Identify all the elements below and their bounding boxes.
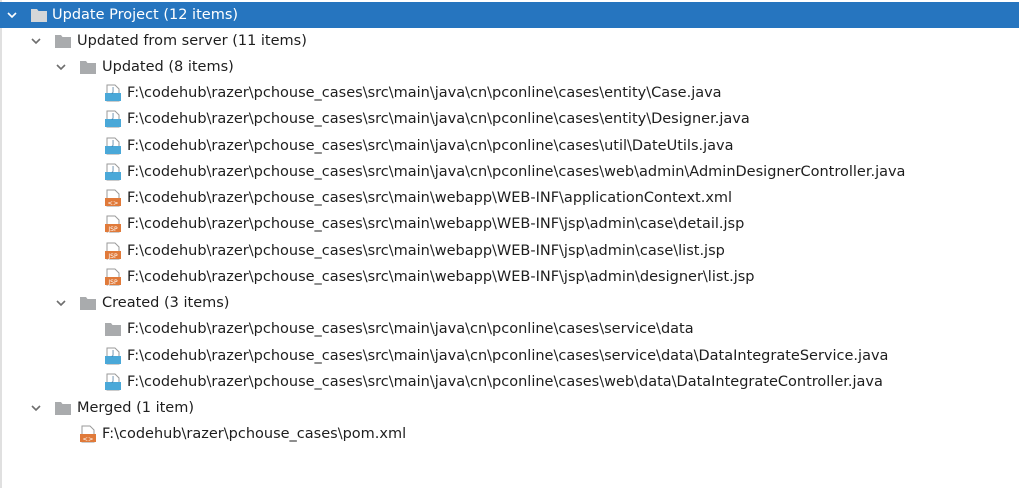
folder-icon <box>104 320 122 338</box>
file-path: F:\codehub\razer\pchouse_cases\src\main\… <box>127 190 733 206</box>
file-row[interactable]: J F:\codehub\razer\pchouse_cases\src\mai… <box>0 133 1019 159</box>
folder-icon <box>30 6 48 24</box>
java-file-icon: J <box>104 373 122 391</box>
folder-icon <box>54 32 72 50</box>
java-file-icon: J <box>104 84 122 102</box>
svg-text:<>: <> <box>83 435 94 443</box>
file-path: F:\codehub\razer\pchouse_cases\src\main\… <box>127 348 889 364</box>
svg-text:J: J <box>111 86 114 94</box>
file-path: F:\codehub\razer\pchouse_cases\src\main\… <box>127 321 694 337</box>
tree-node-merged[interactable]: Merged (1 item) <box>0 395 1019 421</box>
chevron-down-icon[interactable] <box>54 60 68 74</box>
file-row[interactable]: J F:\codehub\razer\pchouse_cases\src\mai… <box>0 106 1019 132</box>
jsp-file-icon: JSP <box>104 242 122 260</box>
file-row[interactable]: J F:\codehub\razer\pchouse_cases\src\mai… <box>0 80 1019 106</box>
file-row[interactable]: <> F:\codehub\razer\pchouse_cases\pom.xm… <box>0 421 1019 447</box>
svg-text:J: J <box>111 375 114 383</box>
svg-text:J: J <box>111 112 114 120</box>
chevron-down-icon[interactable] <box>5 8 19 22</box>
file-row[interactable]: JSP F:\codehub\razer\pchouse_cases\src\m… <box>0 238 1019 264</box>
folder-icon <box>54 399 72 417</box>
chevron-down-icon[interactable] <box>54 296 68 310</box>
file-path: F:\codehub\razer\pchouse_cases\src\main\… <box>127 138 734 154</box>
tree-node-updated-from-server[interactable]: Updated from server (11 items) <box>0 28 1019 54</box>
file-row[interactable]: JSP F:\codehub\razer\pchouse_cases\src\m… <box>0 211 1019 237</box>
svg-text:J: J <box>111 139 114 147</box>
jsp-file-icon: JSP <box>104 268 122 286</box>
svg-text:JSP: JSP <box>107 253 118 260</box>
tree-node-label: Created (3 items) <box>102 295 230 311</box>
file-path: F:\codehub\razer\pchouse_cases\pom.xml <box>102 426 407 442</box>
update-project-tree: Update Project (12 items) Updated from s… <box>0 0 1019 488</box>
file-row[interactable]: J F:\codehub\razer\pchouse_cases\src\mai… <box>0 343 1019 369</box>
tree-node-created[interactable]: Created (3 items) <box>0 290 1019 316</box>
svg-text:J: J <box>111 165 114 173</box>
file-row[interactable]: <> F:\codehub\razer\pchouse_cases\src\ma… <box>0 185 1019 211</box>
file-path: F:\codehub\razer\pchouse_cases\src\main\… <box>127 243 725 259</box>
xml-file-icon: <> <box>104 189 122 207</box>
file-row[interactable]: J F:\codehub\razer\pchouse_cases\src\mai… <box>0 369 1019 395</box>
svg-text:J: J <box>111 349 114 357</box>
tree-node-label: Updated (8 items) <box>102 59 234 75</box>
svg-text:JSP: JSP <box>107 226 118 233</box>
svg-text:JSP: JSP <box>107 279 118 286</box>
java-file-icon: J <box>104 163 122 181</box>
file-path: F:\codehub\razer\pchouse_cases\src\main\… <box>127 216 745 232</box>
file-row[interactable]: F:\codehub\razer\pchouse_cases\src\main\… <box>0 316 1019 342</box>
file-path: F:\codehub\razer\pchouse_cases\src\main\… <box>127 85 722 101</box>
folder-icon <box>79 58 97 76</box>
tree-node-label: Update Project (12 items) <box>52 7 239 23</box>
file-path: F:\codehub\razer\pchouse_cases\src\main\… <box>127 269 755 285</box>
file-path: F:\codehub\razer\pchouse_cases\src\main\… <box>127 164 906 180</box>
file-row[interactable]: J F:\codehub\razer\pchouse_cases\src\mai… <box>0 159 1019 185</box>
tree-node-updated[interactable]: Updated (8 items) <box>0 54 1019 80</box>
tree-node-label: Updated from server (11 items) <box>77 33 307 49</box>
java-file-icon: J <box>104 110 122 128</box>
file-row[interactable]: JSP F:\codehub\razer\pchouse_cases\src\m… <box>0 264 1019 290</box>
tree-node-update-project[interactable]: Update Project (12 items) <box>0 2 1019 28</box>
tree-node-label: Merged (1 item) <box>77 400 194 416</box>
xml-file-icon: <> <box>79 425 97 443</box>
chevron-down-icon[interactable] <box>29 34 43 48</box>
jsp-file-icon: JSP <box>104 215 122 233</box>
svg-text:<>: <> <box>108 199 119 207</box>
folder-icon <box>79 294 97 312</box>
java-file-icon: J <box>104 347 122 365</box>
java-file-icon: J <box>104 137 122 155</box>
file-path: F:\codehub\razer\pchouse_cases\src\main\… <box>127 374 883 390</box>
chevron-down-icon[interactable] <box>29 401 43 415</box>
file-path: F:\codehub\razer\pchouse_cases\src\main\… <box>127 111 750 127</box>
